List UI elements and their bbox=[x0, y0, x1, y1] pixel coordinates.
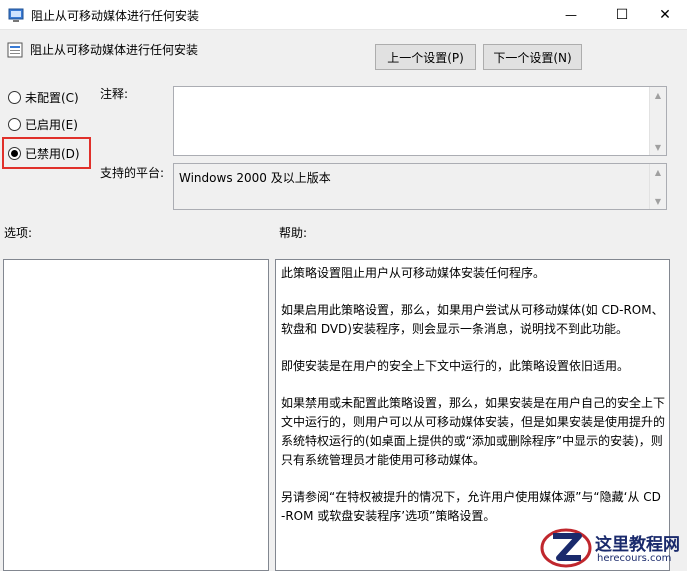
platform-label: 支持的平台: bbox=[100, 166, 165, 180]
scroll-up-icon[interactable]: ▲ bbox=[650, 164, 666, 180]
previous-setting-button[interactable]: 上一个设置(P) bbox=[375, 44, 476, 70]
help-paragraph: 如果启用此策略设置，那么，如果用户尝试从可移动媒体(如 CD-ROM、软盘和 D… bbox=[281, 303, 664, 336]
options-label: 选项: bbox=[4, 226, 33, 240]
scroll-down-icon[interactable]: ▼ bbox=[650, 193, 666, 209]
comment-label: 注释: bbox=[100, 87, 129, 101]
maximize-button[interactable]: ☐ bbox=[599, 0, 645, 30]
minimize-button[interactable]: — bbox=[548, 0, 594, 30]
scroll-up-icon[interactable]: ▲ bbox=[650, 87, 666, 103]
watermark-logo-icon bbox=[539, 524, 593, 571]
close-icon: ✕ bbox=[659, 7, 671, 23]
close-button[interactable]: ✕ bbox=[642, 0, 687, 30]
watermark-url: herecours.com bbox=[597, 553, 672, 564]
radio-label: 未配置(C) bbox=[25, 90, 79, 105]
platform-field: Windows 2000 及以上版本 ▲ ▼ bbox=[173, 163, 667, 210]
site-watermark: 这里教程网 herecours.com bbox=[535, 522, 687, 571]
radio-circle bbox=[8, 90, 21, 104]
options-panel bbox=[3, 259, 269, 571]
selection-highlight-box bbox=[2, 137, 91, 169]
help-paragraph: 如果禁用或未配置此策略设置，那么，如果安装是在用户自己的安全上下文中运行的，则用… bbox=[281, 396, 666, 467]
platform-scrollbar[interactable]: ▲ ▼ bbox=[649, 164, 666, 209]
help-paragraph: 此策略设置阻止用户从可移动媒体安装任何程序。 bbox=[281, 266, 546, 280]
comment-scrollbar[interactable]: ▲ ▼ bbox=[649, 87, 666, 155]
help-paragraph: 即使安装是在用户的安全上下文中运行的，此策略设置依旧适用。 bbox=[281, 359, 630, 373]
platform-value: Windows 2000 及以上版本 bbox=[179, 171, 331, 185]
scroll-down-icon[interactable]: ▼ bbox=[650, 139, 666, 155]
radio-label: 已启用(E) bbox=[25, 117, 78, 132]
title-bar: 阻止从可移动媒体进行任何安装 — ☐ ✕ bbox=[0, 0, 687, 30]
watermark-title: 这里教程网 bbox=[595, 535, 680, 555]
help-paragraph: 另请参阅“在特权被提升的情况下，允许用户使用媒体源”与“隐藏‘从 CD-ROM … bbox=[281, 490, 661, 523]
next-setting-button[interactable]: 下一个设置(N) bbox=[483, 44, 582, 70]
comment-textarea[interactable]: ▲ ▼ bbox=[173, 86, 667, 156]
policy-app-icon bbox=[8, 7, 24, 26]
radio-not-configured[interactable]: 未配置(C) bbox=[8, 88, 79, 106]
maximize-icon: ☐ bbox=[615, 7, 629, 23]
policy-title: 阻止从可移动媒体进行任何安装 bbox=[30, 43, 199, 57]
policy-setting-icon bbox=[6, 41, 24, 62]
help-label: 帮助: bbox=[279, 226, 308, 240]
minimize-icon: — bbox=[565, 8, 577, 22]
radio-enabled[interactable]: 已启用(E) bbox=[8, 115, 78, 133]
window-title: 阻止从可移动媒体进行任何安装 bbox=[31, 9, 200, 23]
radio-circle bbox=[8, 117, 21, 131]
